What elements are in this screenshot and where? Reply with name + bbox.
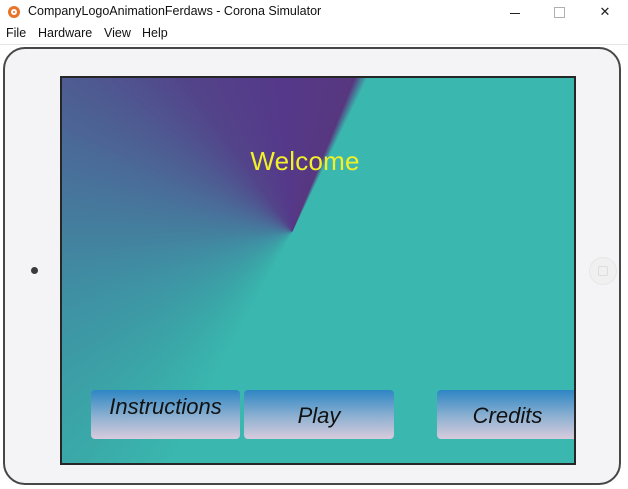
- minimize-button[interactable]: [492, 0, 538, 24]
- play-button[interactable]: Play: [244, 390, 394, 439]
- camera-icon: [31, 267, 38, 274]
- minimize-icon: [510, 12, 520, 14]
- instructions-button[interactable]: Instructions: [91, 390, 240, 439]
- menu-help[interactable]: Help: [142, 26, 168, 40]
- credits-button-label: Credits: [472, 402, 543, 428]
- instructions-button-label: Instructions: [109, 394, 222, 419]
- close-icon: ✕: [599, 4, 611, 19]
- credits-button[interactable]: Credits: [437, 390, 574, 439]
- menu-view[interactable]: View: [104, 26, 131, 40]
- maximize-button[interactable]: [536, 0, 582, 24]
- welcome-title: Welcome: [250, 146, 360, 176]
- close-button[interactable]: ✕: [582, 0, 628, 24]
- home-button[interactable]: [589, 257, 617, 285]
- play-button-label: Play: [297, 402, 341, 428]
- tablet-device-frame: Welcome Instructions Play Credits: [3, 47, 621, 485]
- window-title: CompanyLogoAnimationFerdaws - Corona Sim…: [28, 4, 322, 18]
- corona-app-icon: [8, 6, 20, 18]
- menu-hardware[interactable]: Hardware: [38, 26, 92, 40]
- menu-file[interactable]: File: [6, 26, 26, 40]
- maximize-icon: [553, 6, 565, 18]
- window-title-bar[interactable]: CompanyLogoAnimationFerdaws - Corona Sim…: [0, 0, 628, 24]
- simulator-area: Welcome Instructions Play Credits: [0, 45, 628, 489]
- menu-bar: File Hardware View Help: [0, 24, 628, 45]
- app-screen[interactable]: Welcome Instructions Play Credits: [60, 76, 576, 465]
